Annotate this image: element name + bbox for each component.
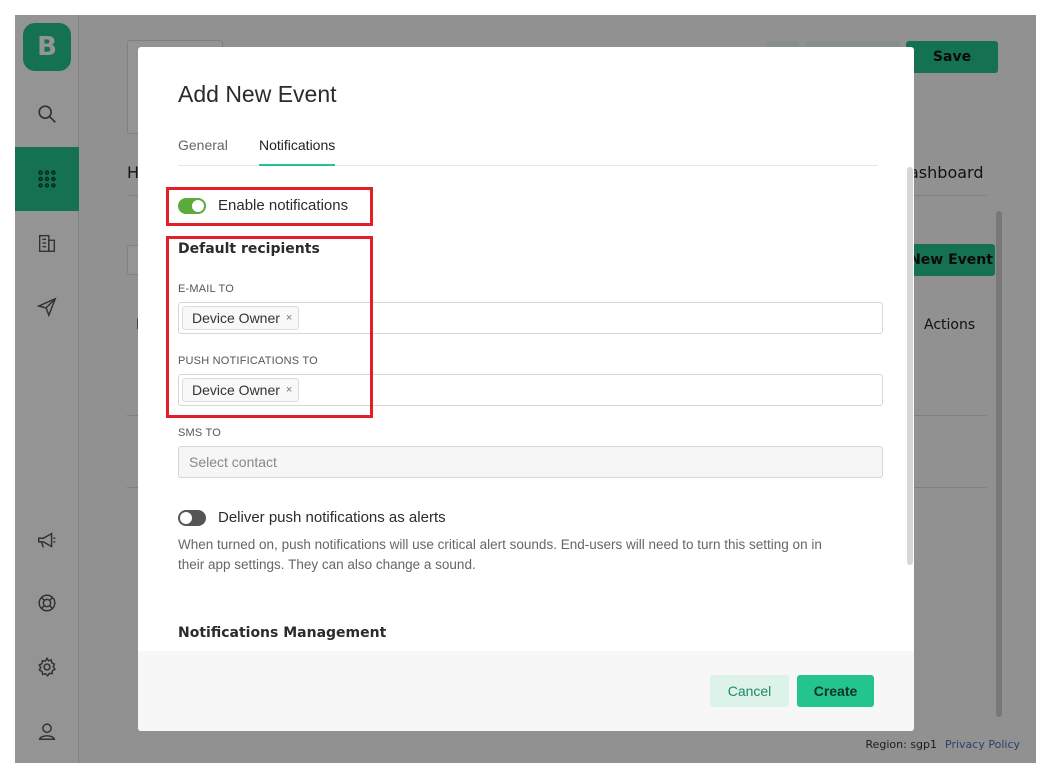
sms-placeholder: Select contact [189,454,277,470]
deliver-alerts-description: When turned on, push notifications will … [178,535,878,575]
tab-general[interactable]: General [178,137,228,166]
modal-scrollbar[interactable] [906,167,914,567]
modal-tabs: General Notifications [178,135,878,166]
modal-footer: Cancel Create [138,651,914,731]
scrollbar-thumb[interactable] [907,167,913,565]
tab-notifications[interactable]: Notifications [259,137,336,166]
description-line: When turned on, push notifications will … [178,537,822,552]
modal-title: Add New Event [178,81,337,107]
cancel-button[interactable]: Cancel [710,675,789,707]
sms-to-label: SMS TO [178,427,221,439]
toggle-knob [180,512,192,524]
sms-to-field[interactable]: Select contact [178,446,883,478]
highlight-enable-notifications [166,187,373,226]
deliver-alerts-label: Deliver push notifications as alerts [218,509,446,526]
highlight-default-recipients [166,236,373,418]
description-line: their app settings. They can also change… [178,557,476,572]
deliver-alerts-toggle[interactable] [178,510,206,526]
create-button[interactable]: Create [797,675,874,707]
notifications-management-heading: Notifications Management [178,625,387,641]
app-window: B Save H ashboard New Event Actions Regi… [15,15,1036,763]
